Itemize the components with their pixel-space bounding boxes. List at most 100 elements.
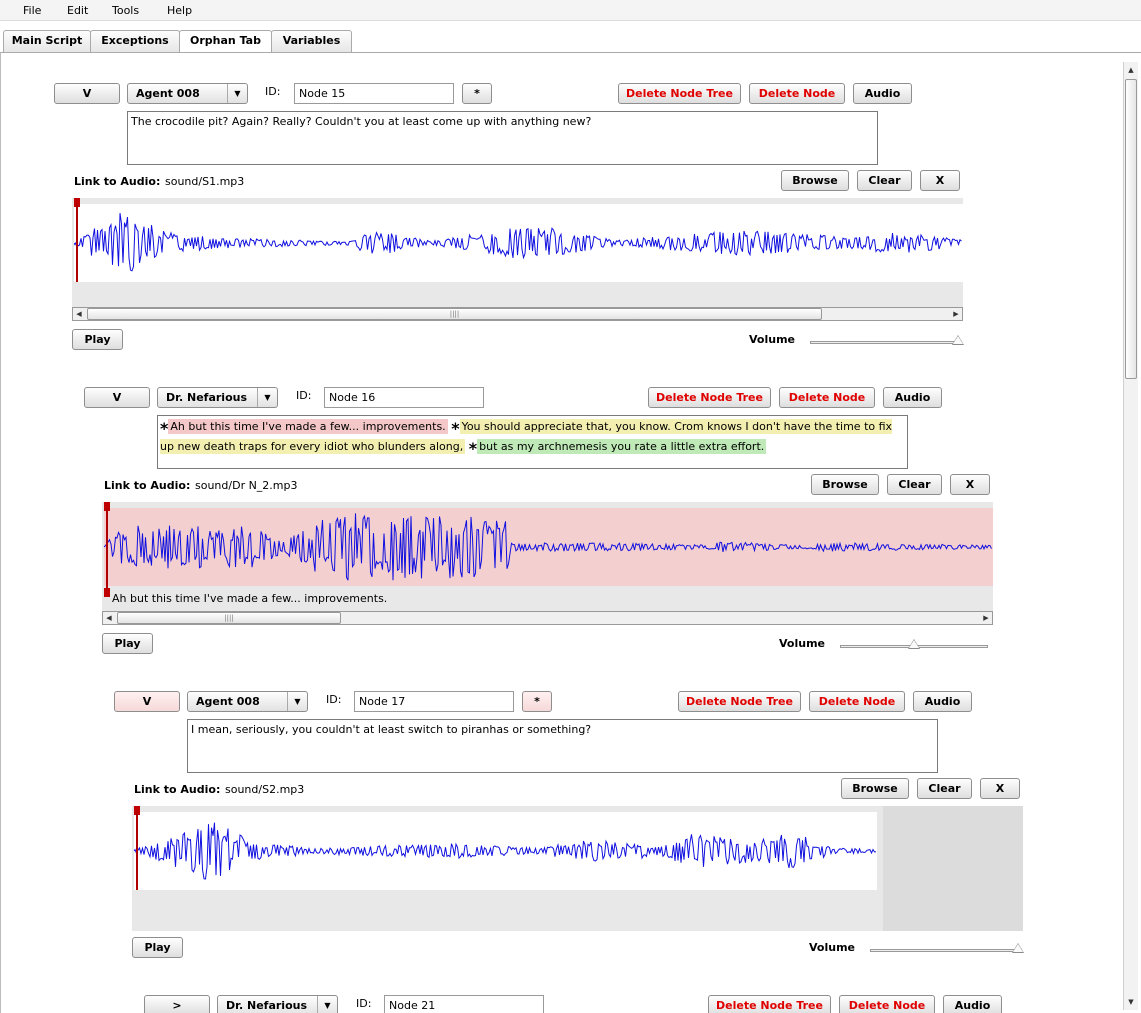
- link-to-audio-label: Link to Audio:: [134, 783, 221, 796]
- waveform-trace: [134, 822, 876, 880]
- scroll-up-icon[interactable]: ▲: [1125, 63, 1137, 77]
- speaker-select-value: Dr. Nefarious: [226, 999, 308, 1012]
- collapse-button[interactable]: V: [84, 387, 150, 408]
- volume-slider[interactable]: [810, 335, 964, 345]
- waveform-scrollbar[interactable]: ◀ |||| ▶: [72, 307, 963, 321]
- menu-help[interactable]: Help: [167, 4, 192, 17]
- star-button[interactable]: *: [462, 83, 492, 104]
- id-label: ID:: [326, 693, 342, 706]
- clear-button[interactable]: Clear: [887, 474, 942, 495]
- delete-node-tree-button[interactable]: Delete Node Tree: [648, 387, 771, 408]
- link-to-audio-label: Link to Audio:: [74, 175, 161, 188]
- id-label: ID:: [356, 997, 372, 1010]
- vertical-scrollbar[interactable]: ▲ ▼: [1123, 62, 1138, 1010]
- audio-button[interactable]: Audio: [883, 387, 942, 408]
- tab-variables[interactable]: Variables: [271, 30, 352, 52]
- scroll-thumb[interactable]: ||||: [117, 612, 341, 624]
- playhead-line: [106, 508, 108, 590]
- selection-caption: Ah but this time I've made a few... impr…: [112, 592, 388, 605]
- collapse-button[interactable]: V: [54, 83, 120, 104]
- orphan-tab-content: V Agent 008 ▼ ID: Node 15 * Delete Node …: [0, 53, 1141, 1013]
- chevron-down-icon: ▼: [257, 388, 277, 407]
- text-segment[interactable]: but as my archnemesis you rate a little …: [477, 439, 767, 454]
- audio-path: sound/S2.mp3: [225, 783, 305, 796]
- delete-node-button[interactable]: Delete Node: [779, 387, 875, 408]
- remove-audio-button[interactable]: X: [980, 778, 1020, 799]
- audio-path: sound/Dr N_2.mp3: [195, 479, 298, 492]
- delete-node-tree-button[interactable]: Delete Node Tree: [618, 83, 741, 104]
- browse-button[interactable]: Browse: [811, 474, 879, 495]
- node-id-field[interactable]: Node 17: [354, 691, 514, 712]
- volume-slider[interactable]: [870, 943, 1024, 953]
- scroll-left-icon[interactable]: ◀: [103, 612, 115, 624]
- speaker-select-value: Agent 008: [196, 695, 260, 708]
- volume-slider-knob[interactable]: [1012, 943, 1024, 953]
- waveform-trace: [74, 213, 962, 272]
- menu-tools[interactable]: Tools: [112, 4, 139, 17]
- waveform-display[interactable]: [74, 204, 963, 282]
- audio-button[interactable]: Audio: [853, 83, 912, 104]
- segment-marker-icon[interactable]: *: [451, 419, 459, 438]
- delete-node-button[interactable]: Delete Node: [809, 691, 905, 712]
- text-segment[interactable]: Ah but this time I've made a few... impr…: [168, 419, 448, 434]
- volume-slider-knob[interactable]: [908, 639, 920, 649]
- speaker-select[interactable]: Dr. Nefarious ▼: [217, 995, 338, 1013]
- expand-button[interactable]: >: [144, 995, 210, 1013]
- play-button[interactable]: Play: [102, 633, 153, 654]
- playhead-line: [76, 204, 78, 282]
- delete-node-button[interactable]: Delete Node: [749, 83, 845, 104]
- scroll-right-icon[interactable]: ▶: [980, 612, 992, 624]
- scroll-left-icon[interactable]: ◀: [73, 308, 85, 320]
- chevron-down-icon: ▼: [287, 692, 307, 711]
- browse-button[interactable]: Browse: [841, 778, 909, 799]
- node-id-field[interactable]: Node 21: [384, 995, 544, 1013]
- collapse-button[interactable]: V: [114, 691, 180, 712]
- delete-node-tree-button[interactable]: Delete Node Tree: [678, 691, 801, 712]
- dialogue-text-area[interactable]: The crocodile pit? Again? Really? Couldn…: [127, 111, 878, 165]
- dialogue-text-area[interactable]: * Ah but this time I've made a few... imp…: [157, 415, 908, 469]
- volume-label: Volume: [809, 941, 855, 954]
- vertical-scroll-thumb[interactable]: [1125, 79, 1137, 379]
- star-button[interactable]: *: [522, 691, 552, 712]
- clear-button[interactable]: Clear: [857, 170, 912, 191]
- node-id-field[interactable]: Node 15: [294, 83, 454, 104]
- selection-end-marker[interactable]: [104, 588, 110, 597]
- tab-exceptions[interactable]: Exceptions: [90, 30, 180, 52]
- speaker-select[interactable]: Dr. Nefarious ▼: [157, 387, 278, 408]
- waveform-panel: Ah but this time I've made a few... impr…: [102, 502, 993, 612]
- dialogue-text-area[interactable]: I mean, seriously, you couldn't at least…: [187, 719, 938, 773]
- remove-audio-button[interactable]: X: [920, 170, 960, 191]
- tab-main-script[interactable]: Main Script: [3, 30, 91, 52]
- play-button[interactable]: Play: [72, 329, 123, 350]
- delete-node-button[interactable]: Delete Node: [839, 995, 935, 1013]
- speaker-select[interactable]: Agent 008 ▼: [187, 691, 308, 712]
- waveform-display[interactable]: [134, 812, 877, 890]
- playhead-line: [136, 812, 138, 890]
- play-button[interactable]: Play: [132, 937, 183, 958]
- scroll-down-icon[interactable]: ▼: [1125, 995, 1137, 1009]
- node-id-field[interactable]: Node 16: [324, 387, 484, 408]
- id-label: ID:: [265, 85, 281, 98]
- menu-edit[interactable]: Edit: [67, 4, 88, 17]
- volume-slider[interactable]: [840, 639, 988, 649]
- id-label: ID:: [296, 389, 312, 402]
- speaker-select[interactable]: Agent 008 ▼: [127, 83, 248, 104]
- waveform-panel: [72, 198, 963, 308]
- audio-button[interactable]: Audio: [913, 691, 972, 712]
- volume-slider-knob[interactable]: [952, 335, 964, 345]
- clear-button[interactable]: Clear: [917, 778, 972, 799]
- waveform-trace: [104, 513, 992, 581]
- waveform-scrollbar[interactable]: ◀ |||| ▶: [102, 611, 993, 625]
- speaker-select-value: Agent 008: [136, 87, 200, 100]
- scroll-thumb[interactable]: ||||: [87, 308, 822, 320]
- scroll-right-icon[interactable]: ▶: [950, 308, 962, 320]
- waveform-display[interactable]: [104, 508, 993, 586]
- segment-marker-icon[interactable]: *: [469, 439, 477, 458]
- audio-button[interactable]: Audio: [943, 995, 1002, 1013]
- tab-orphan[interactable]: Orphan Tab: [179, 30, 272, 53]
- delete-node-tree-button[interactable]: Delete Node Tree: [708, 995, 831, 1013]
- browse-button[interactable]: Browse: [781, 170, 849, 191]
- remove-audio-button[interactable]: X: [950, 474, 990, 495]
- waveform-panel: [132, 806, 1023, 931]
- menu-file[interactable]: File: [23, 4, 41, 17]
